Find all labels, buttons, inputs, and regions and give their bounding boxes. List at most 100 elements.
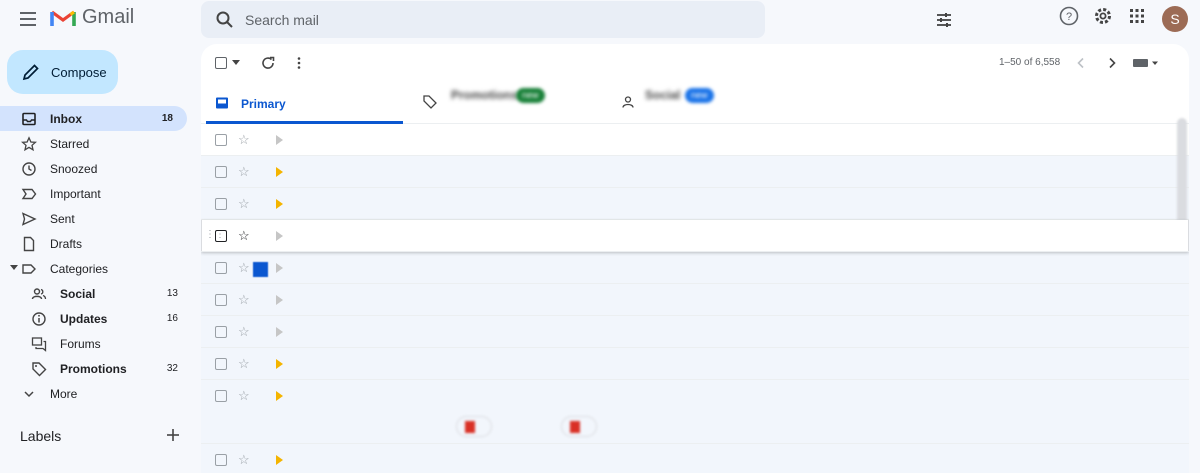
unread-count: 13 [166,288,178,299]
sidebar-item-promotions[interactable]: Promotions 32 [0,356,192,381]
tab-label: Social [645,88,681,102]
row-checkbox[interactable] [215,262,227,274]
info-icon [32,312,46,326]
gmail-logo[interactable]: Gmail [50,6,134,29]
sidebar-item-starred[interactable]: Starred [0,131,192,156]
apps-grid-icon[interactable] [1125,4,1149,28]
star-icon[interactable]: ☆ [238,388,250,404]
email-row[interactable]: ☆ [201,348,1189,380]
star-icon[interactable]: ☆ [238,324,250,340]
important-marker-icon[interactable] [276,231,283,241]
draft-icon [23,236,35,252]
tab-social[interactable]: Social new [621,80,821,124]
row-checkbox[interactable] [215,198,227,210]
chevron-down-icon [24,391,34,398]
star-icon[interactable]: ☆ [238,356,250,372]
input-tools-keyboard-icon[interactable] [1132,55,1160,71]
tab-primary[interactable]: Primary [206,80,403,124]
mail-list-panel: 1–50 of 6,558 Primary Promotions new Soc… [201,44,1189,473]
row-checkbox[interactable] [215,326,227,338]
menu-icon [20,12,36,14]
mail-list-scrollbar[interactable] [1177,118,1187,228]
email-row[interactable]: ☆ [201,124,1189,156]
email-row[interactable]: ☆ [201,252,1189,284]
important-marker-icon[interactable] [276,327,283,337]
important-marker-icon[interactable] [276,295,283,305]
people-icon [31,288,47,300]
sidebar-nav: Inbox 18 Starred Snoozed Important Sent … [0,106,192,406]
sidebar-item-inbox[interactable]: Inbox 18 [0,106,187,131]
tab-label: Promotions [451,88,518,102]
search-options-icon[interactable] [934,10,954,30]
chevron-right-icon[interactable] [1104,55,1120,71]
sidebar-item-label: Sent [50,211,75,226]
compose-button[interactable]: Compose [7,50,118,94]
chevron-left-icon[interactable] [1073,55,1089,71]
row-checkbox[interactable] [215,358,227,370]
select-all-checkbox[interactable] [215,57,227,69]
more-options-icon[interactable] [291,55,307,71]
star-icon[interactable]: ☆ [238,196,250,212]
tab-label: Primary [241,97,286,111]
add-label-icon[interactable] [166,428,180,442]
sidebar-item-label: Inbox [50,111,82,126]
email-row[interactable]: ☆ [201,316,1189,348]
select-dropdown-icon[interactable] [232,60,240,65]
sidebar-item-important[interactable]: Important [0,181,192,206]
sidebar-item-sent[interactable]: Sent [0,206,192,231]
sidebar-item-social[interactable]: Social 13 [0,281,192,306]
row-checkbox[interactable] [215,294,227,306]
search-bar [201,1,951,38]
star-icon[interactable]: ☆ [238,132,250,148]
sidebar-item-label: More [50,386,78,401]
search-input[interactable] [245,9,695,30]
email-row[interactable]: ☆ [201,188,1189,220]
expand-caret-icon[interactable] [10,265,18,270]
sidebar-item-more[interactable]: More [0,381,192,406]
account-avatar[interactable]: S [1162,6,1188,32]
main-menu-button[interactable] [16,8,40,32]
row-checkbox[interactable] [215,230,227,242]
refresh-icon[interactable] [260,55,276,71]
sidebar-item-label: Social [60,286,96,301]
star-icon[interactable]: ☆ [238,292,250,308]
email-row[interactable]: ☆ [201,284,1189,316]
email-row[interactable]: ⋮⋮ ☆ [201,220,1189,252]
attachment-chip[interactable] [456,416,492,437]
star-icon[interactable]: ☆ [238,228,250,244]
help-icon[interactable]: ? [1057,4,1081,28]
compose-label: Compose [51,64,107,80]
row-checkbox[interactable] [215,390,227,402]
important-marker-icon[interactable] [276,135,283,145]
row-checkbox[interactable] [215,166,227,178]
sidebar-item-updates[interactable]: Updates 16 [0,306,192,331]
email-row[interactable]: ☆ [201,156,1189,188]
new-badge: new [685,88,714,103]
important-marker-icon[interactable] [276,391,283,401]
important-marker-icon[interactable] [276,359,283,369]
people-icon [622,96,634,108]
star-icon [21,136,37,152]
tab-promotions[interactable]: Promotions new [423,80,623,124]
unread-count: 16 [166,313,178,324]
new-badge: new [516,88,545,103]
star-icon[interactable]: ☆ [238,260,250,276]
email-row[interactable]: ☆ [201,380,1189,444]
settings-gear-icon[interactable] [1091,4,1115,28]
sidebar-item-categories[interactable]: Categories [0,256,192,281]
star-icon[interactable]: ☆ [238,164,250,180]
sidebar-item-snoozed[interactable]: Snoozed [0,156,192,181]
important-marker-icon[interactable] [276,455,283,465]
important-marker-icon[interactable] [276,167,283,177]
attachment-chip[interactable] [561,416,597,437]
row-checkbox[interactable] [215,454,227,466]
email-row[interactable]: ☆ [201,444,1189,473]
sidebar-item-drafts[interactable]: Drafts [0,231,192,256]
important-marker-icon[interactable] [276,263,283,273]
row-checkbox[interactable] [215,134,227,146]
important-marker-icon[interactable] [276,199,283,209]
search-icon[interactable] [215,10,235,30]
star-icon[interactable]: ☆ [238,452,250,468]
tag-icon [423,95,437,109]
sidebar-item-forums[interactable]: Forums [0,331,192,356]
